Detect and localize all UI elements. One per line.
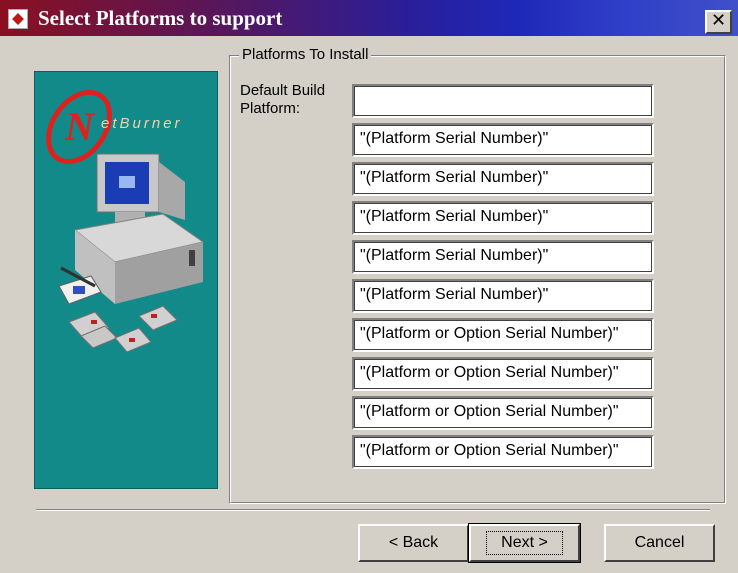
netburner-banner: N etBurner bbox=[34, 71, 218, 489]
option-serial-field-2[interactable]: "(Platform or Option Serial Number)" bbox=[352, 357, 654, 391]
app-icon bbox=[8, 9, 28, 29]
svg-text:N: N bbox=[64, 104, 96, 149]
window-title: Select Platforms to support bbox=[38, 6, 283, 30]
platform-serial-field-4[interactable]: "(Platform Serial Number)" bbox=[352, 240, 654, 274]
option-serial-field-1[interactable]: "(Platform or Option Serial Number)" bbox=[352, 318, 654, 352]
default-build-platform-label: Default Build Platform: bbox=[240, 82, 326, 117]
computer-illustration-icon: N bbox=[46, 89, 205, 353]
platform-serial-field-1[interactable]: "(Platform Serial Number)" bbox=[352, 123, 654, 157]
cancel-button[interactable]: Cancel bbox=[604, 524, 715, 562]
platform-serial-field-3[interactable]: "(Platform Serial Number)" bbox=[352, 201, 654, 235]
group-legend: Platforms To Install bbox=[239, 45, 372, 65]
logo-text: etBurner bbox=[101, 115, 183, 132]
title-bar[interactable]: Select Platforms to support ✕ bbox=[0, 0, 738, 36]
back-button[interactable]: < Back bbox=[358, 524, 469, 562]
platform-serial-field-5[interactable]: "(Platform Serial Number)" bbox=[352, 279, 654, 313]
default-build-platform-field[interactable] bbox=[352, 84, 654, 118]
next-button[interactable]: Next > bbox=[468, 523, 581, 563]
close-button[interactable]: ✕ bbox=[705, 10, 732, 34]
platform-serial-field-2[interactable]: "(Platform Serial Number)" bbox=[352, 162, 654, 196]
footer-separator bbox=[36, 509, 710, 511]
option-serial-field-3[interactable]: "(Platform or Option Serial Number)" bbox=[352, 396, 654, 430]
option-serial-field-4[interactable]: "(Platform or Option Serial Number)" bbox=[352, 435, 654, 469]
next-button-label: Next > bbox=[486, 531, 563, 555]
